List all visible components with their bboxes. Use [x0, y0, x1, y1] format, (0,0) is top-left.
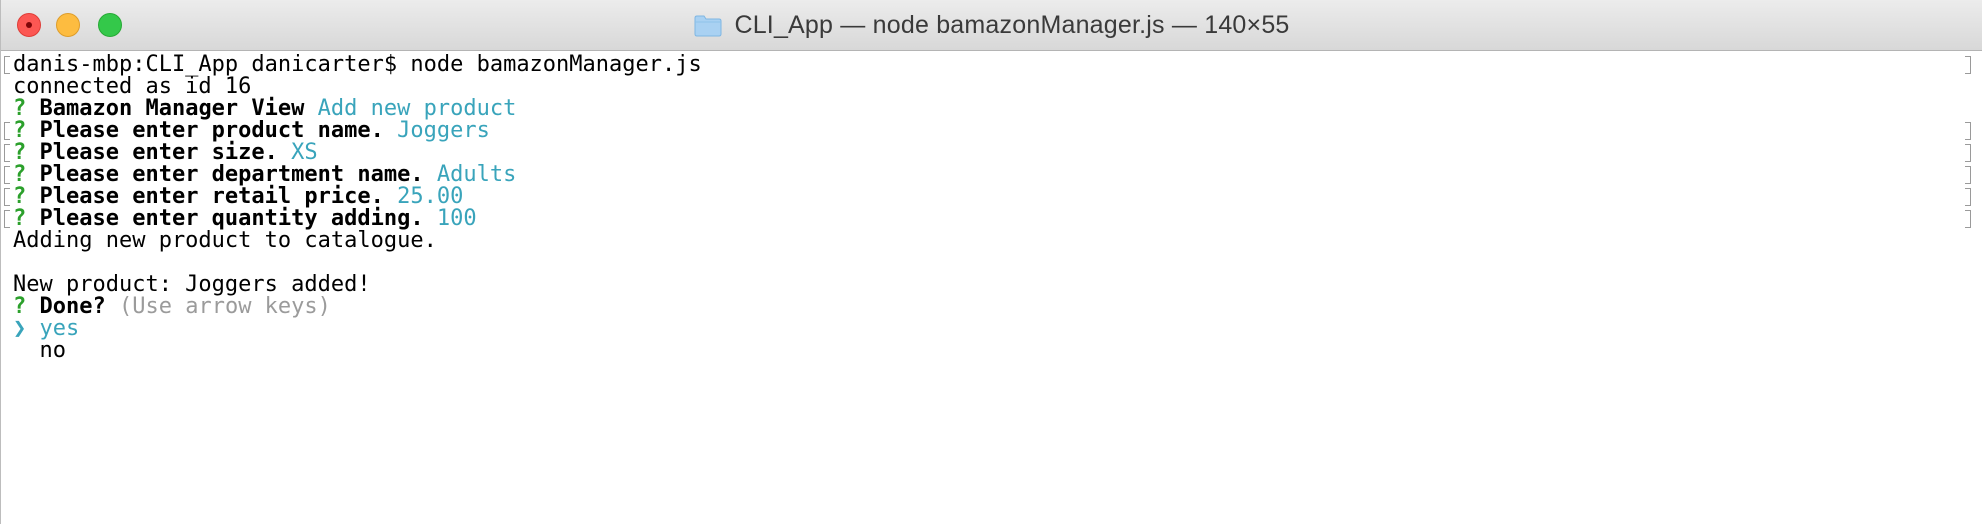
line-marker-right: [1965, 144, 1971, 162]
line-marker-right: [1965, 166, 1971, 184]
line-marker-right: [1965, 210, 1971, 228]
adding-message: Adding new product to catalogue.: [13, 228, 437, 253]
qty-answer: 100: [436, 206, 477, 231]
done-hint: (Use arrow keys): [118, 294, 331, 319]
close-button[interactable]: [17, 13, 41, 37]
window-title: CLI_App — node bamazonManager.js — 140×5…: [734, 11, 1290, 39]
line-marker-left: [4, 122, 10, 140]
line-marker-left: [4, 188, 10, 206]
name-answer: Joggers: [397, 118, 490, 143]
minimize-button[interactable]: [56, 13, 80, 37]
line-marker-right: [1965, 122, 1971, 140]
terminal-window: CLI_App — node bamazonManager.js — 140×5…: [0, 0, 1982, 524]
line-marker-left: [4, 144, 10, 162]
option-no[interactable]: no: [13, 337, 67, 365]
title-bar[interactable]: CLI_App — node bamazonManager.js — 140×5…: [1, 0, 1982, 51]
line-marker-right: [1965, 188, 1971, 206]
line-marker-left: [4, 166, 10, 184]
terminal-output[interactable]: danis-mbp:CLI_App danicarter$ node bamaz…: [1, 51, 1982, 524]
folder-icon: [694, 15, 722, 37]
line-marker-right: [1965, 56, 1971, 74]
line-marker-left: [4, 210, 10, 228]
zoom-button[interactable]: [98, 13, 122, 37]
line-marker-left: [4, 56, 10, 74]
option-no-label: no: [39, 338, 67, 363]
